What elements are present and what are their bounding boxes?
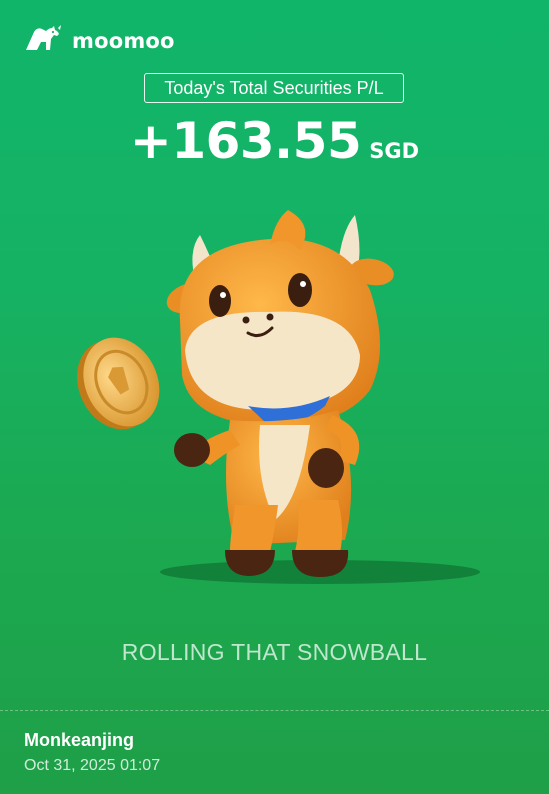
slogan-text: ROLLING THAT SNOWBALL bbox=[121, 639, 428, 665]
pl-currency: SGD bbox=[369, 139, 420, 163]
bull-logo-icon bbox=[24, 24, 66, 57]
pl-label-badge: Today's Total Securities P/L bbox=[144, 73, 404, 103]
pl-amount: +163.55 SGD bbox=[0, 112, 549, 170]
footer-divider bbox=[0, 710, 549, 711]
brand-logo: moomoo bbox=[24, 24, 175, 57]
moomoo-bull-mascot bbox=[70, 200, 490, 595]
pl-value: +163.55 bbox=[129, 112, 362, 170]
pl-label: Today's Total Securities P/L bbox=[164, 77, 384, 98]
coin-icon bbox=[77, 337, 160, 430]
timestamp: Oct 31, 2025 01:07 bbox=[24, 757, 161, 774]
brand-name: moomoo bbox=[72, 28, 175, 53]
username: Monkeanjing bbox=[24, 730, 135, 750]
